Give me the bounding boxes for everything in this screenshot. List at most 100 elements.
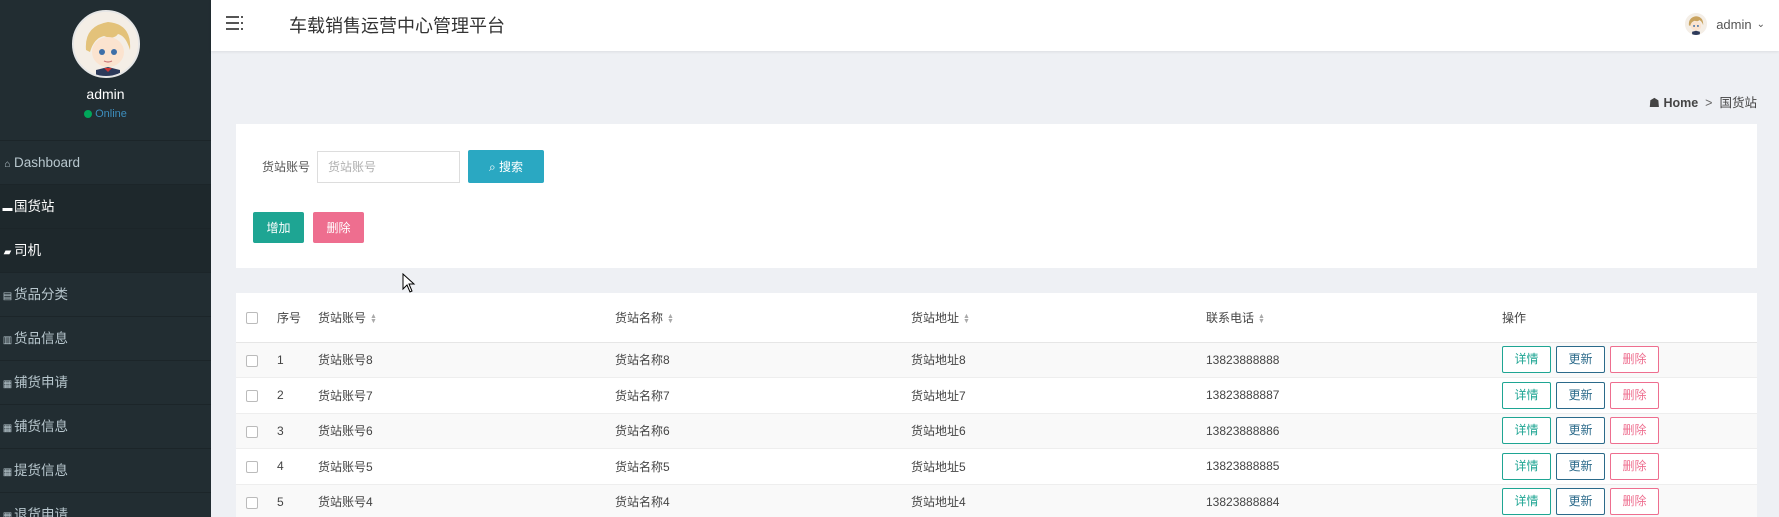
select-all-cell <box>236 293 277 343</box>
sidebar-item-driver[interactable]: ▰ 司机 <box>0 228 211 272</box>
home-icon: ☗ <box>1648 96 1660 110</box>
cell-ops: 详情 更新 删除 <box>1502 378 1757 414</box>
row-select-cell <box>236 342 277 378</box>
sidebar-item-goods-info[interactable]: ▥ 货品信息 <box>0 316 211 360</box>
user-name: admin <box>86 86 125 102</box>
bar-icon: ▥ <box>2 335 13 346</box>
sidebar-item-station[interactable]: ▬ 国货站 <box>0 184 211 228</box>
sidebar: admin Online ⌂ Dashboard ▬ 国货站 ▰ 司机 ▤ 货品分类 ▥… <box>0 0 211 517</box>
col-address[interactable]: 货站地址 ▲ ▼ <box>911 293 1206 343</box>
select-all-checkbox[interactable] <box>246 312 258 325</box>
search-label: 货站账号 <box>262 160 311 174</box>
search-icon: ⌕ <box>488 160 496 174</box>
cell-name: 货站名称4 <box>615 495 670 510</box>
breadcrumb: ☗ Home > 国货站 <box>1649 92 1757 111</box>
sidebar-item-goods-category[interactable]: ▤ 货品分类 <box>0 272 211 316</box>
grid-icon: ▦ <box>2 423 13 434</box>
sidebar-item-label: 货品信息 <box>14 331 68 346</box>
cell-account: 货站账号6 <box>318 424 373 439</box>
grid-icon: ▦ <box>2 379 13 390</box>
update-button[interactable]: 更新 <box>1556 417 1605 445</box>
cell-index: 4 <box>277 459 284 474</box>
detail-button[interactable]: 详情 <box>1502 346 1551 374</box>
sidebar-menu: ⌂ Dashboard ▬ 国货站 ▰ 司机 ▤ 货品分类 ▥ 货品信息 ▦ 铺货申请 ▦ 铺… <box>0 140 211 517</box>
row-select-cell <box>236 449 277 485</box>
detail-button[interactable]: 详情 <box>1502 452 1551 480</box>
search-input[interactable] <box>317 151 460 183</box>
cell-ops: 详情 更新 删除 <box>1502 449 1757 485</box>
row-delete-button[interactable]: 删除 <box>1610 488 1659 516</box>
detail-button[interactable]: 详情 <box>1502 488 1551 516</box>
sidebar-item-label: 铺货信息 <box>14 419 68 434</box>
user-menu[interactable]: admin ⌄ <box>1685 12 1765 36</box>
breadcrumb-separator: > <box>1705 96 1713 110</box>
table-row: 4 货站账号5 货站名称5 货站地址5 13823888885 详情 更新 删除 <box>236 449 1757 485</box>
app-title: 车载销售运营中心管理平台 <box>289 16 505 36</box>
sort-icon: ▲ ▼ <box>963 312 970 325</box>
table-row: 5 货站账号4 货站名称4 货站地址4 13823888884 详情 更新 删除 <box>236 484 1757 517</box>
avatar <box>1685 13 1708 35</box>
mouse-cursor-icon <box>402 273 416 293</box>
cell-phone: 13823888886 <box>1206 423 1280 438</box>
comment-icon: ▰ <box>3 247 12 258</box>
row-checkbox[interactable] <box>246 461 258 474</box>
col-account[interactable]: 货站账号 ▲ ▼ <box>318 293 615 343</box>
cell-phone: 13823888884 <box>1206 494 1280 509</box>
row-checkbox[interactable] <box>246 390 258 403</box>
col-ops: 操作 <box>1502 293 1757 343</box>
sidebar-item-stock-info[interactable]: ▦ 铺货信息 <box>0 404 211 448</box>
col-account-label: 货站账号 <box>318 310 367 325</box>
avatar-image <box>1685 13 1708 35</box>
grid-icon: ▦ <box>2 511 13 517</box>
cell-index: 2 <box>277 388 284 403</box>
avatar-image <box>73 12 138 76</box>
detail-button[interactable]: 详情 <box>1502 417 1551 445</box>
col-phone-label: 联系电话 <box>1206 310 1255 325</box>
row-checkbox[interactable] <box>246 354 258 367</box>
update-button[interactable]: 更新 <box>1556 346 1605 374</box>
breadcrumb-home[interactable]: ☗ Home <box>1649 96 1698 110</box>
update-button[interactable]: 更新 <box>1556 488 1605 516</box>
sort-icon: ▲ ▼ <box>667 312 674 325</box>
row-delete-button[interactable]: 删除 <box>1610 417 1659 445</box>
search-panel: 货站账号 ⌕ 搜索 增加 删除 <box>236 124 1757 268</box>
row-checkbox[interactable] <box>246 496 258 509</box>
cell-address: 货站地址8 <box>911 353 966 368</box>
avatar[interactable] <box>71 10 140 78</box>
search-button[interactable]: ⌕ 搜索 <box>468 150 544 183</box>
sidebar-item-label: 铺货申请 <box>14 375 68 390</box>
update-button[interactable]: 更新 <box>1556 452 1605 480</box>
col-phone[interactable]: 联系电话 ▲ ▼ <box>1206 293 1502 343</box>
cell-name: 货站名称8 <box>615 353 670 368</box>
sidebar-item-stock-apply[interactable]: ▦ 铺货申请 <box>0 360 211 404</box>
sidebar-item-return-apply[interactable]: ▦ 退货申请 <box>0 492 211 517</box>
menu-toggle-icon[interactable] <box>226 14 244 32</box>
row-delete-button[interactable]: 删除 <box>1610 346 1659 374</box>
detail-button[interactable]: 详情 <box>1502 381 1551 409</box>
col-index: 序号 <box>277 293 318 343</box>
row-delete-button[interactable]: 删除 <box>1610 452 1659 480</box>
cell-address: 货站地址4 <box>911 495 966 510</box>
row-checkbox[interactable] <box>246 425 258 438</box>
row-delete-button[interactable]: 删除 <box>1610 381 1659 409</box>
sidebar-item-label: 司机 <box>14 243 41 258</box>
col-name-label: 货站名称 <box>615 310 664 325</box>
cell-index: 1 <box>277 352 284 367</box>
breadcrumb-current: 国货站 <box>1719 96 1757 110</box>
sort-icon: ▲ ▼ <box>1258 312 1265 325</box>
sidebar-item-dashboard[interactable]: ⌂ Dashboard <box>0 140 211 184</box>
sidebar-item-pickup-info[interactable]: ▦ 提货信息 <box>0 448 211 492</box>
sidebar-item-label: 国货站 <box>14 199 55 214</box>
cell-index: 3 <box>277 423 284 438</box>
row-select-cell <box>236 413 277 449</box>
col-name[interactable]: 货站名称 ▲ ▼ <box>615 293 911 343</box>
delete-button[interactable]: 删除 <box>313 212 364 243</box>
add-button[interactable]: 增加 <box>253 212 304 243</box>
row-select-cell <box>236 378 277 414</box>
cell-name: 货站名称7 <box>615 388 670 403</box>
cell-account: 货站账号8 <box>318 353 373 368</box>
sidebar-item-label: 提货信息 <box>14 463 68 478</box>
cell-address: 货站地址6 <box>911 424 966 439</box>
update-button[interactable]: 更新 <box>1556 381 1605 409</box>
search-button-label: 搜索 <box>499 160 524 174</box>
